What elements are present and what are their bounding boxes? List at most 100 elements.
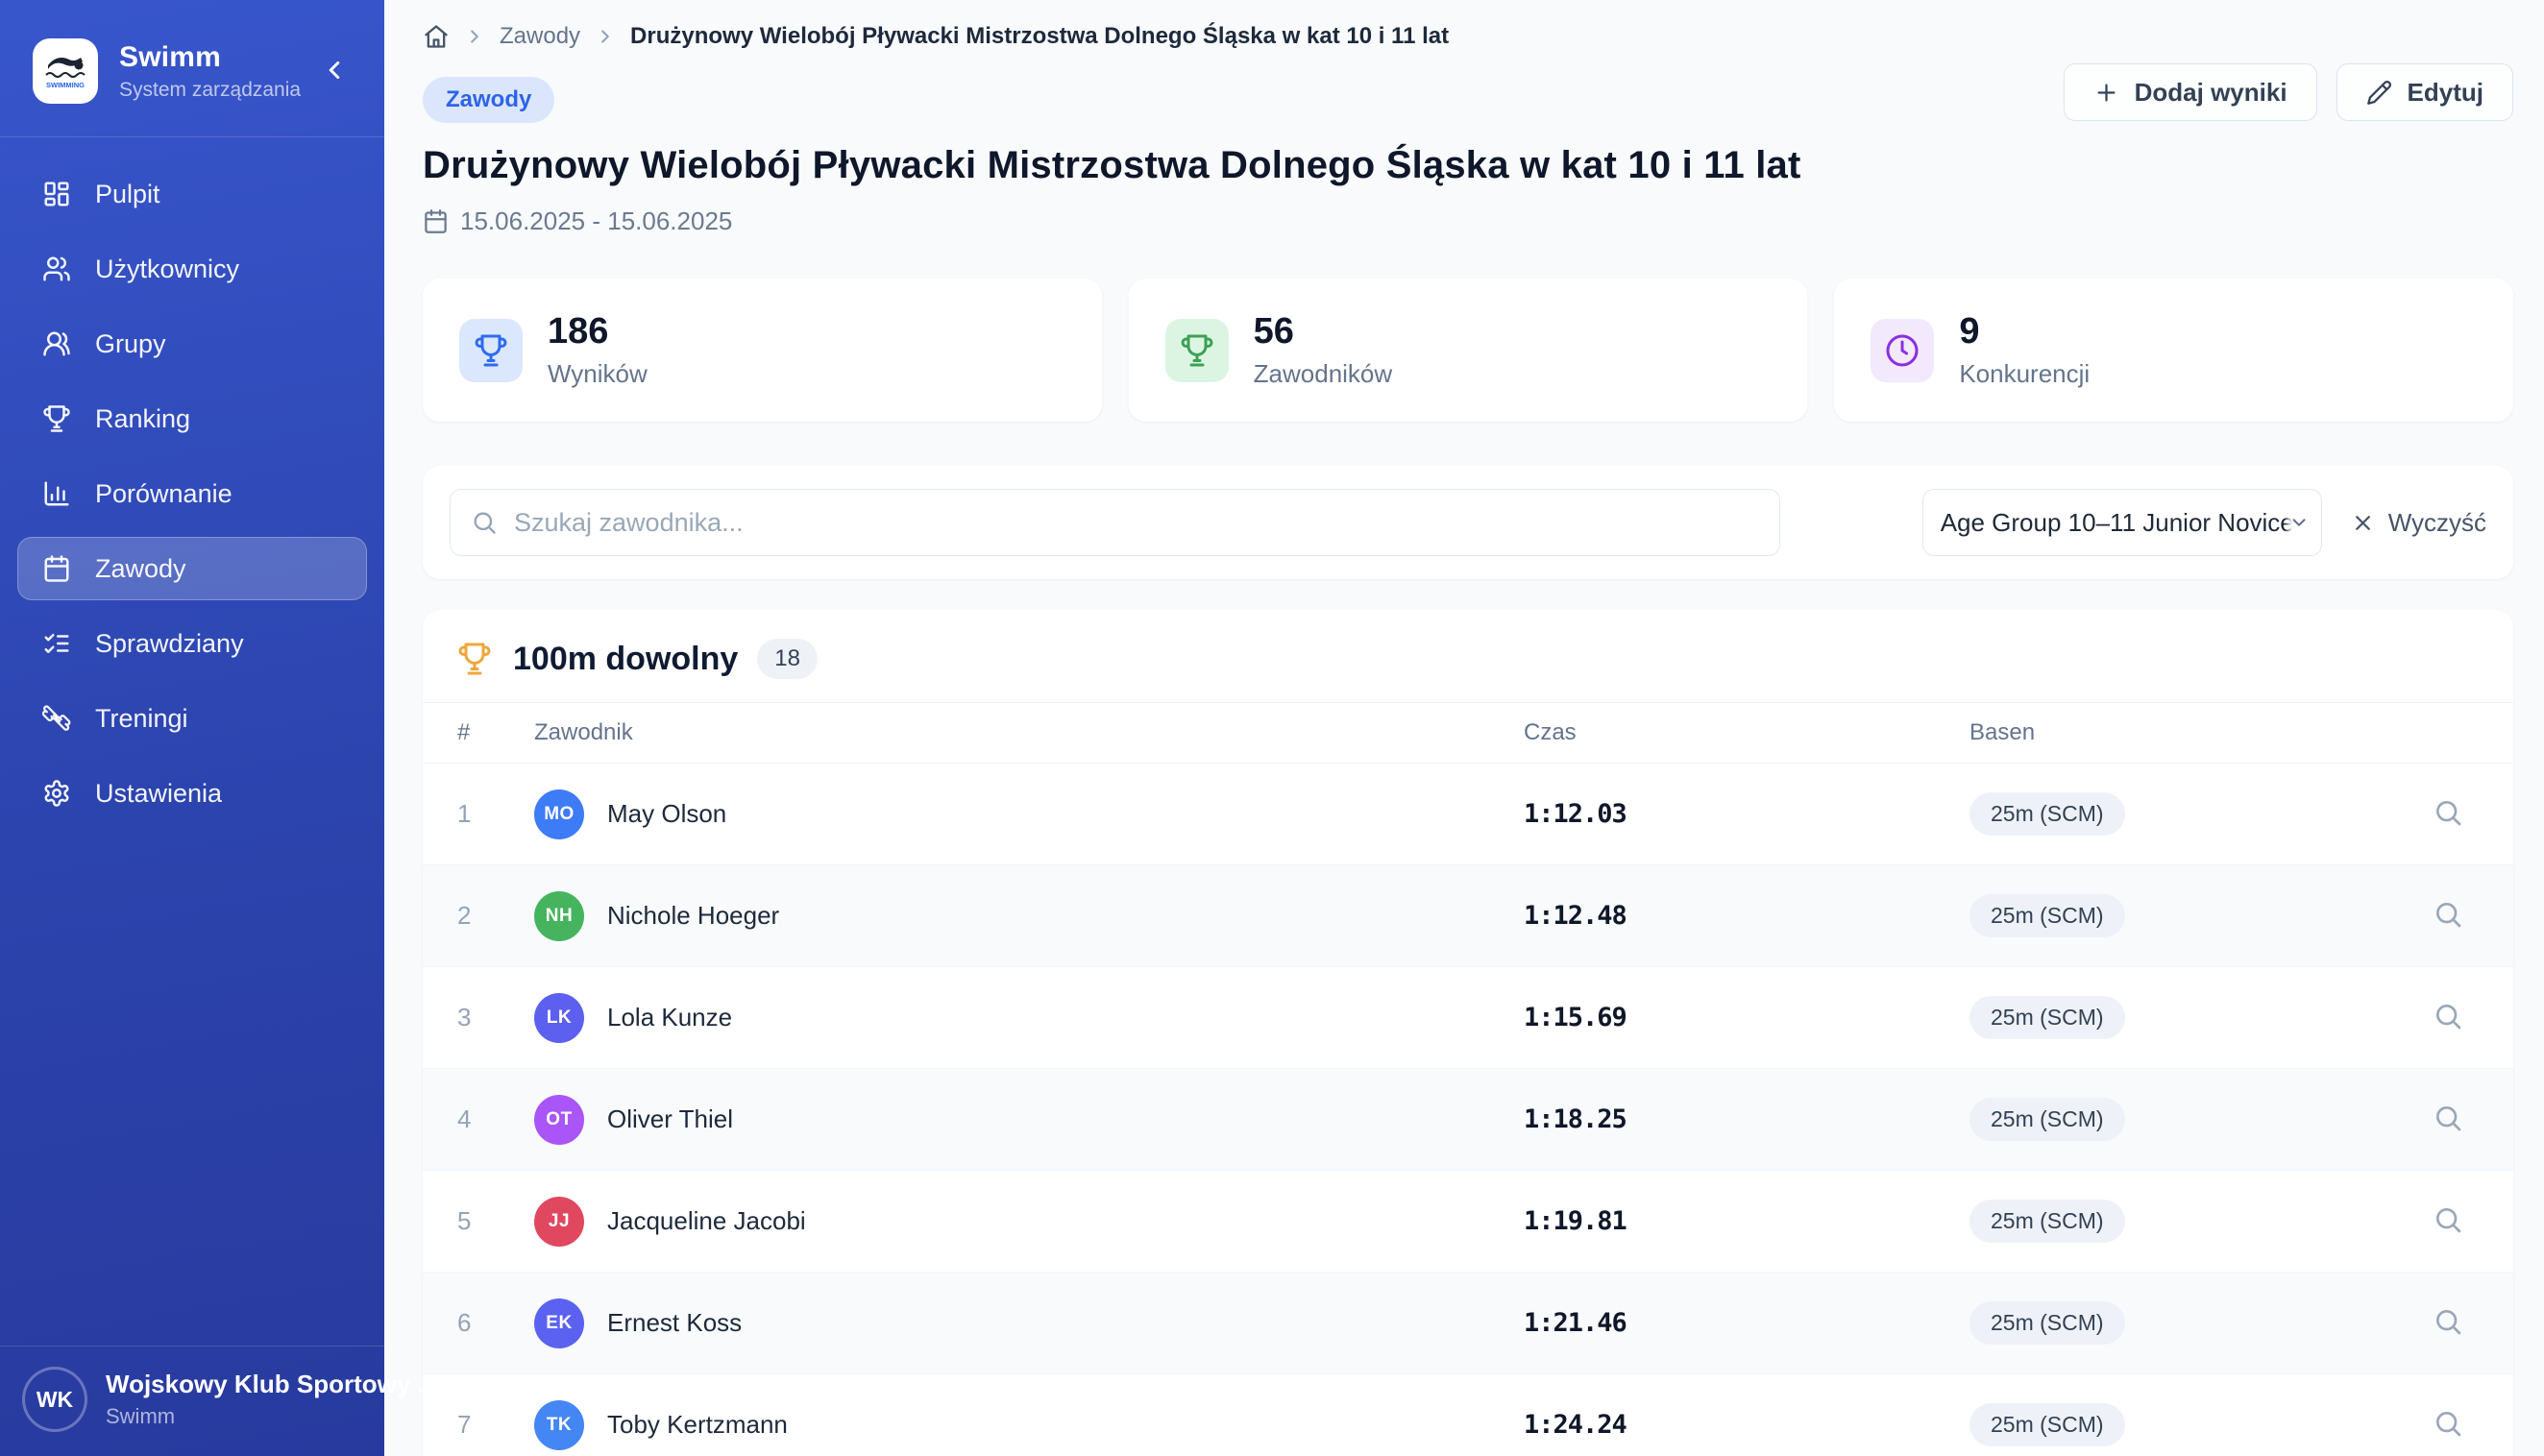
swimmer-name: Nichole Hoeger: [607, 901, 779, 931]
x-icon: [2351, 511, 2375, 535]
view-result-button[interactable]: [2425, 1402, 2471, 1448]
page-header: Zawody Drużynowy Wielobój Pływacki Mistr…: [423, 77, 2513, 236]
rank: 3: [457, 1003, 534, 1032]
result-time: 1:15.69: [1524, 1003, 1969, 1032]
breadcrumb-current: Drużynowy Wielobój Pływacki Mistrzostwa …: [630, 23, 1449, 50]
magnifier-icon: [2433, 1204, 2463, 1238]
group-icon: [41, 328, 72, 359]
rank: 6: [457, 1308, 534, 1338]
table-row: 1MOMay Olson1:12.0325m (SCM): [423, 764, 2513, 865]
avatar: JJ: [534, 1197, 584, 1247]
view-result-button[interactable]: [2425, 1097, 2471, 1143]
breadcrumb: Zawody Drużynowy Wielobój Pływacki Mistr…: [423, 15, 2513, 58]
sidebar-item-label: Zawody: [95, 554, 186, 584]
avatar: NH: [534, 891, 584, 941]
chevron-right-icon: [595, 26, 616, 47]
add-results-button[interactable]: Dodaj wyniki: [2064, 63, 2317, 121]
pool-badge: 25m (SCM): [1969, 1098, 2125, 1141]
event-results-card: 100m dowolny 18 # Zawodnik Czas Basen 1M…: [423, 610, 2513, 1456]
event-date-range: 15.06.2025 - 15.06.2025: [423, 206, 2513, 236]
checklist-icon: [41, 628, 72, 659]
search-field: [450, 489, 1780, 556]
view-result-button[interactable]: [2425, 791, 2471, 837]
column-time: Czas: [1524, 719, 1969, 746]
chevron-down-icon: [2285, 512, 2310, 533]
rank: 2: [457, 901, 534, 931]
trophy-icon: [1165, 319, 1229, 382]
sidebar-item-zawody[interactable]: Zawody: [17, 537, 367, 600]
sidebar-item-por-wnanie[interactable]: Porównanie: [17, 462, 367, 525]
result-time: 1:18.25: [1524, 1104, 1969, 1134]
results-table-header: # Zawodnik Czas Basen: [423, 702, 2513, 764]
sidebar-item-ustawienia[interactable]: Ustawienia: [17, 762, 367, 825]
stat-label: Zawodników: [1254, 359, 1393, 389]
clock-icon: [1871, 319, 1934, 382]
view-result-button[interactable]: [2425, 893, 2471, 939]
age-group-value: Age Group 10–11 Junior Novice: [1941, 508, 2294, 538]
swimmer-name: Toby Kertzmann: [607, 1410, 788, 1440]
rank: 7: [457, 1410, 534, 1440]
sidebar-footer[interactable]: WK Wojskowy Klub Sportowy ... Swimm: [0, 1346, 384, 1456]
avatar: MO: [534, 789, 584, 839]
swimmer-name: Ernest Koss: [607, 1308, 742, 1338]
edit-button[interactable]: Edytuj: [2336, 63, 2513, 121]
add-results-label: Dodaj wyniki: [2135, 78, 2287, 108]
club-name: Wojskowy Klub Sportowy ...: [106, 1370, 359, 1399]
pencil-icon: [2366, 80, 2392, 106]
search-icon: [471, 509, 498, 536]
stat-card-wyników: 186Wyników: [423, 279, 1102, 422]
sidebar-collapse-button[interactable]: [313, 50, 355, 92]
sidebar-item-pulpit[interactable]: Pulpit: [17, 162, 367, 226]
table-row: 7TKToby Kertzmann1:24.2425m (SCM): [423, 1374, 2513, 1456]
view-result-button[interactable]: [2425, 1199, 2471, 1245]
breadcrumb-link-zawody[interactable]: Zawody: [500, 23, 580, 50]
sidebar-item-label: Pulpit: [95, 180, 160, 209]
result-time: 1:12.48: [1524, 901, 1969, 931]
sidebar: SWIMMING Swimm System zarządzania Pulpit…: [0, 0, 384, 1456]
edit-label: Edytuj: [2408, 78, 2483, 108]
search-input[interactable]: [450, 489, 1780, 556]
sidebar-item-treningi[interactable]: Treningi: [17, 687, 367, 750]
avatar: OT: [534, 1095, 584, 1145]
event-type-badge: Zawody: [423, 77, 554, 123]
clear-filters-button[interactable]: Wyczyść: [2351, 508, 2486, 538]
dashboard-icon: [41, 179, 72, 209]
main-content: Zawody Drużynowy Wielobój Pływacki Mistr…: [384, 0, 2544, 1456]
clear-filters-label: Wyczyść: [2388, 508, 2486, 538]
table-row: 6EKErnest Koss1:21.4625m (SCM): [423, 1273, 2513, 1374]
home-icon[interactable]: [423, 23, 450, 50]
avatar: LK: [534, 993, 584, 1043]
sidebar-divider: [0, 136, 384, 137]
view-result-button[interactable]: [2425, 1300, 2471, 1347]
result-time: 1:21.46: [1524, 1308, 1969, 1338]
age-group-select[interactable]: Age Group 10–11 Junior Novice: [1922, 489, 2322, 556]
sidebar-item-u-ytkownicy[interactable]: Użytkownicy: [17, 237, 367, 301]
plus-icon: [2093, 80, 2119, 106]
view-result-button[interactable]: [2425, 995, 2471, 1041]
table-row: 2NHNichole Hoeger1:12.4825m (SCM): [423, 865, 2513, 967]
sidebar-header: SWIMMING Swimm System zarządzania: [0, 0, 384, 136]
gear-icon: [41, 778, 72, 809]
sidebar-item-sprawdziany[interactable]: Sprawdziany: [17, 612, 367, 675]
magnifier-icon: [2433, 899, 2463, 933]
table-row: 4OTOliver Thiel1:18.2525m (SCM): [423, 1069, 2513, 1171]
chevron-left-icon: [320, 56, 349, 87]
stat-card-konkurencji: 9Konkurencji: [1834, 279, 2513, 422]
magnifier-icon: [2433, 1306, 2463, 1340]
trophy-icon: [457, 642, 492, 676]
sidebar-item-label: Grupy: [95, 329, 166, 359]
avatar: EK: [534, 1298, 584, 1348]
stat-value: 56: [1254, 311, 1393, 352]
sidebar-item-ranking[interactable]: Ranking: [17, 387, 367, 450]
sidebar-item-grupy[interactable]: Grupy: [17, 312, 367, 376]
table-row: 3LKLola Kunze1:15.6925m (SCM): [423, 967, 2513, 1069]
sidebar-nav: Pulpit Użytkownicy Grupy Ranking Porównanie Z…: [0, 162, 384, 825]
pool-badge: 25m (SCM): [1969, 996, 2125, 1039]
app-subtitle: System zarządzania: [119, 79, 313, 102]
stat-label: Wyników: [548, 359, 648, 389]
column-swimmer: Zawodnik: [534, 719, 1524, 746]
swimmer-name: Oliver Thiel: [607, 1104, 733, 1134]
club-subtitle: Swimm: [106, 1404, 359, 1429]
event-title: 100m dowolny: [513, 641, 738, 678]
chart-icon: [41, 478, 72, 509]
